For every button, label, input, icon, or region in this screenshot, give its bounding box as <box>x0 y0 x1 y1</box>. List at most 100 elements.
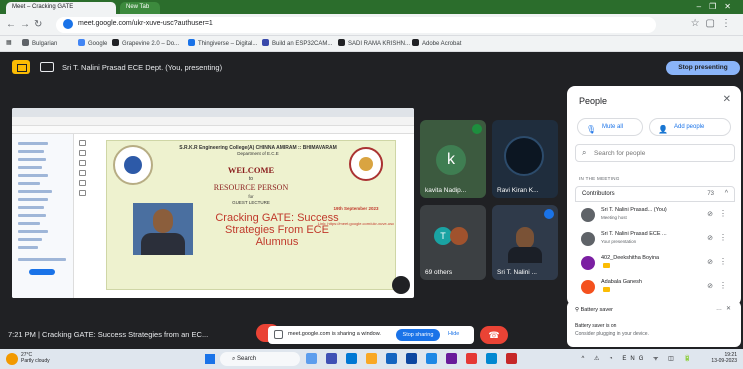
close-icon[interactable]: …✕ <box>716 305 735 312</box>
people-search[interactable]: ⌕ <box>575 144 735 162</box>
more-icon[interactable]: ⋮ <box>719 281 727 290</box>
add-person-icon: 👤 <box>658 125 668 134</box>
search-icon: ⌕ <box>582 148 587 157</box>
more-icon[interactable]: ⋮ <box>719 257 727 266</box>
list-item[interactable]: Sri T. Nalini Prasad... (You) Meeting ho… <box>575 204 735 226</box>
taskbar-search[interactable]: ⌕ Search <box>220 352 300 366</box>
app-icon[interactable] <box>406 353 417 364</box>
task-view-icon[interactable] <box>326 353 337 364</box>
bookmark-7[interactable]: Adobe Acrobat <box>412 39 461 47</box>
slide-dept: Department of E.C.E <box>237 151 279 156</box>
mute-all-button[interactable]: 🎙 Mute all <box>577 118 643 136</box>
shared-tabbar <box>12 108 414 117</box>
battery-title: ⚲ Battery saver <box>575 307 613 313</box>
bookmark-6[interactable]: SADI RAMA KRISHN... <box>338 39 410 47</box>
people-panel: People ✕ 🎙Mute all 👤Add people ⌕ IN THE … <box>567 86 741 306</box>
battery-line2: Consider plugging in your device. <box>575 331 649 337</box>
clock[interactable]: 19:21 13-09-2023 <box>711 352 737 364</box>
hide-button[interactable]: Hide <box>448 331 459 337</box>
app-icon[interactable] <box>386 353 397 364</box>
mic-off-icon[interactable]: ⊘ <box>707 282 713 290</box>
participant-name: Sri T. Nalini ... <box>497 269 537 276</box>
app-icon[interactable] <box>426 353 437 364</box>
avatar <box>581 256 595 270</box>
battery-line1: Battery saver is on <box>575 323 617 329</box>
search-input[interactable] <box>594 148 730 159</box>
participant-tile-kavita[interactable]: k kavita Nadip... <box>420 120 486 198</box>
tab-meet[interactable]: Meet – Cracking GATE <box>6 2 116 14</box>
tab-new[interactable]: New Tab <box>120 2 160 14</box>
shared-toolbar <box>12 117 414 126</box>
expand-icon[interactable] <box>392 276 410 294</box>
stop-sharing-button[interactable]: Stop sharing <box>396 329 440 341</box>
mic-off-icon[interactable]: ⊘ <box>707 234 713 242</box>
explorer-icon[interactable] <box>366 353 377 364</box>
participant-name: kavita Nadip... <box>425 187 467 194</box>
battery-notification[interactable]: ⚲ Battery saver …✕ Battery saver is on C… <box>567 301 741 347</box>
bookmark-4[interactable]: Thingiverse – Digital... <box>188 39 257 47</box>
widgets-icon[interactable] <box>306 353 317 364</box>
weather-text[interactable]: 27°C Partly cloudy <box>21 352 50 364</box>
site-info-icon[interactable] <box>63 19 73 29</box>
avatar <box>504 136 544 176</box>
back-icon[interactable]: ← <box>6 19 16 30</box>
bookmark-2[interactable]: Google <box>78 39 107 47</box>
participant-tile-others[interactable]: T 69 others <box>420 205 486 280</box>
window-icon <box>274 330 283 339</box>
edge-icon[interactable] <box>346 353 357 364</box>
omnibox[interactable]: meet.google.com/ukr-xuve-usc?authuser=1 <box>56 17 656 33</box>
app-icon[interactable] <box>446 353 457 364</box>
stop-presenting-button[interactable]: Stop presenting <box>666 61 740 75</box>
bookmark-3[interactable]: Grapevine 2.0 – Do... <box>112 39 179 47</box>
sharing-banner: meet.google.com is sharing a window. Sto… <box>268 326 474 344</box>
forward-icon[interactable]: → <box>20 19 30 30</box>
more-icon[interactable]: ⋮ <box>719 209 727 218</box>
address-bar: ← → ↻ meet.google.com/ukr-xuve-usc?authu… <box>0 14 743 36</box>
system-tray[interactable]: ^ ⚠ ◔ ENG ᯤ ◫ 🔋 <box>582 354 695 362</box>
meeting-info: 7:21 PM | Cracking GATE: Success Strateg… <box>8 330 209 339</box>
list-item[interactable]: Sri T. Nalini Prasad ECE ... Your presen… <box>575 228 735 250</box>
more-icon[interactable]: ⋮ <box>719 233 727 242</box>
windows-taskbar: 27°C Partly cloudy ⌕ Search ^ ⚠ ◔ ENG ᯤ ◫… <box>0 349 743 369</box>
contributors-header[interactable]: Contributors 73 ^ <box>575 186 735 202</box>
shared-tools <box>76 134 90 298</box>
weather-icon[interactable] <box>6 353 18 365</box>
start-icon[interactable] <box>205 354 215 364</box>
mic-off-icon[interactable]: ⊘ <box>707 258 713 266</box>
bookmark-1[interactable]: Bulgarian <box>22 39 57 47</box>
present-icon <box>12 60 30 74</box>
add-people-button[interactable]: 👤 Add people <box>649 118 731 136</box>
mic-off-icon: 🎙 <box>586 125 597 134</box>
presentation-slide: S.R.K.R Engineering College(A) CHINNA AM… <box>106 140 396 290</box>
list-item[interactable]: Adabala Ganesh ⊘ ⋮ <box>575 276 735 298</box>
window-controls[interactable]: –❐✕ <box>697 2 739 11</box>
shared-ribbon <box>12 126 414 134</box>
browser-menu-icons[interactable]: ☆▢⋮ <box>691 18 737 29</box>
participant-name: 69 others <box>425 269 453 276</box>
slide-to: to <box>248 176 254 182</box>
participant-tile-self[interactable]: Sri T. Nalini ... <box>492 205 558 280</box>
leave-call-button[interactable]: ☎ <box>480 326 508 344</box>
slide-resource: RESOURCE PERSON <box>213 183 289 192</box>
url-text[interactable]: meet.google.com/ukr-xuve-usc?authuser=1 <box>78 20 213 27</box>
avatar <box>581 208 595 222</box>
bookmark-5[interactable]: Build an ESP32CAM... <box>262 39 332 47</box>
speaker-photo <box>133 203 193 255</box>
apps-icon[interactable]: ▦ <box>6 39 12 46</box>
list-item[interactable]: 402_Deekshitha Boyina ⊘ ⋮ <box>575 252 735 274</box>
screen-share-icon[interactable] <box>40 62 54 72</box>
participant-tile-ravi[interactable]: Ravi Kiran K... <box>492 120 558 198</box>
app-icon[interactable] <box>486 353 497 364</box>
chrome-icon[interactable] <box>466 353 477 364</box>
close-icon[interactable]: ✕ <box>723 94 731 105</box>
chevron-up-icon[interactable]: ^ <box>725 190 728 197</box>
presenting-label: Sri T. Nalini Prasad ECE Dept. (You, pre… <box>62 63 223 72</box>
slide-for: for <box>248 194 254 199</box>
app-icon[interactable] <box>506 353 517 364</box>
avatar: k <box>436 145 466 175</box>
reload-icon[interactable]: ↻ <box>34 19 42 30</box>
contributors-count: 73 <box>707 191 714 197</box>
shared-sidebar <box>12 134 74 298</box>
mic-off-icon[interactable]: ⊘ <box>707 210 713 218</box>
bookmarks-bar: ▦ Bulgarian Google Grapevine 2.0 – Do...… <box>0 36 743 52</box>
